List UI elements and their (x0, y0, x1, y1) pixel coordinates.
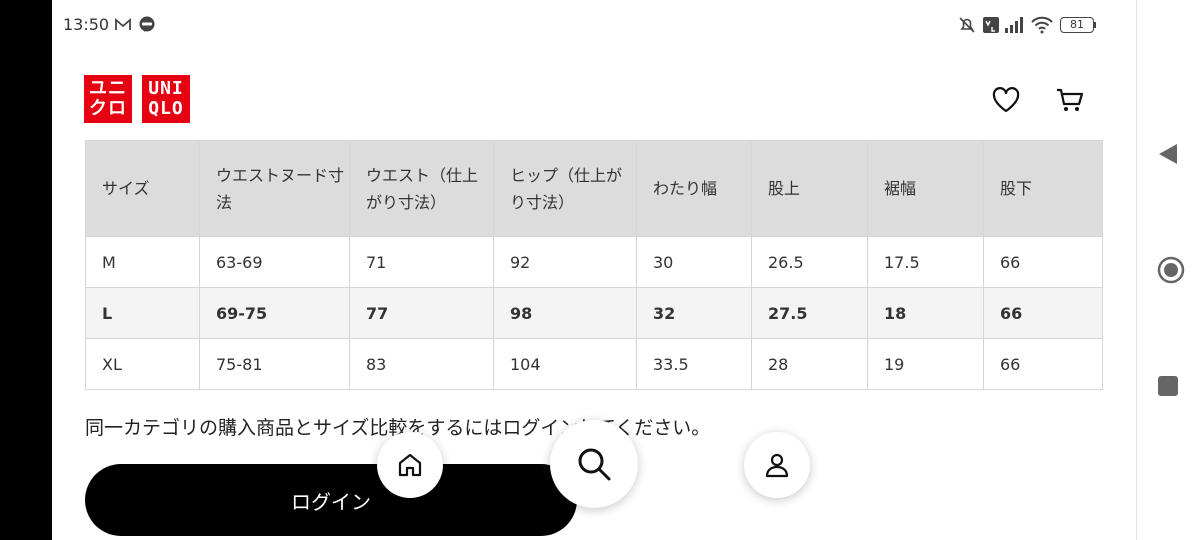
cell-hip-finished: 92 (493, 236, 637, 288)
cell-rise: 27.5 (751, 287, 868, 339)
header-rise: 股上 (751, 140, 868, 237)
cell-hem-width: 19 (867, 338, 984, 390)
favorite-button[interactable] (988, 82, 1024, 118)
wifi-icon (1030, 16, 1054, 38)
site-header: ユニ クロ UNI QLO (52, 52, 1136, 140)
system-nav-bar (1136, 0, 1200, 540)
line-app-icon (138, 16, 156, 38)
cell-rise: 26.5 (751, 236, 868, 288)
cell-hip-finished: 98 (493, 287, 637, 339)
circle-home-icon[interactable] (1157, 256, 1185, 288)
home-icon (398, 453, 422, 477)
cell-size: XL (85, 338, 200, 390)
cell-hip-finished: 104 (493, 338, 637, 390)
header-waist-nude: ウエストヌード寸法 (199, 140, 350, 237)
cell-waist-nude: 69-75 (199, 287, 350, 339)
header-hem-width: 裾幅 (867, 140, 984, 237)
cart-icon (1057, 88, 1084, 111)
header-thigh-width: わたり幅 (636, 140, 752, 237)
table-header-row: サイズ ウエストヌード寸法 ウエスト（仕上がり寸法） ヒップ（仕上がり寸法） わ… (85, 140, 1103, 237)
account-button[interactable] (744, 432, 810, 498)
cell-thigh-width: 30 (636, 236, 752, 288)
cell-thigh-width: 32 (636, 287, 752, 339)
cell-inseam: 66 (983, 338, 1103, 390)
table-row-selected: L 69-75 77 98 32 27.5 18 66 (85, 287, 1103, 339)
uniqlo-logo-katakana[interactable]: ユニ クロ (84, 75, 132, 123)
app-screen: 13:50 81 ユニ クロ UNI QLO サイズ ウエストヌード寸法 ウエス… (52, 0, 1136, 540)
cell-waist-nude: 75-81 (199, 338, 350, 390)
status-time: 13:50 (63, 15, 110, 34)
volte-icon (982, 16, 1000, 38)
battery-tip (1094, 22, 1096, 28)
table-row: XL 75-81 83 104 33.5 28 19 66 (85, 338, 1103, 390)
header-waist-finished: ウエスト（仕上がり寸法） (349, 140, 494, 237)
table-row: M 63-69 71 92 30 26.5 17.5 66 (85, 236, 1103, 288)
cell-rise: 28 (751, 338, 868, 390)
search-button[interactable] (550, 420, 638, 508)
cell-waist-finished: 83 (349, 338, 494, 390)
cart-button[interactable] (1052, 82, 1088, 118)
cell-hem-width: 18 (867, 287, 984, 339)
header-size: サイズ (85, 140, 200, 237)
logo-line-2: QLO (148, 98, 184, 119)
square-recents-icon[interactable] (1158, 376, 1178, 400)
mute-bell-icon (958, 16, 976, 38)
cell-waist-nude: 63-69 (199, 236, 350, 288)
cell-hem-width: 17.5 (867, 236, 984, 288)
cell-thigh-width: 33.5 (636, 338, 752, 390)
mail-icon (114, 16, 132, 38)
cell-inseam: 66 (983, 236, 1103, 288)
cell-inseam: 66 (983, 287, 1103, 339)
login-button[interactable]: ログイン (85, 464, 577, 536)
header-inseam: 股下 (983, 140, 1103, 237)
battery-icon: 81 (1060, 17, 1094, 33)
logo-line-1: UNI (148, 78, 184, 99)
user-icon (765, 453, 789, 478)
cell-waist-finished: 71 (349, 236, 494, 288)
size-table: サイズ ウエストヌード寸法 ウエスト（仕上がり寸法） ヒップ（仕上がり寸法） わ… (85, 140, 1103, 390)
cell-size: L (85, 287, 200, 339)
heart-icon (992, 87, 1020, 113)
cell-size: M (85, 236, 200, 288)
signal-icon (1004, 16, 1024, 38)
home-button[interactable] (377, 432, 443, 498)
header-hip-finished: ヒップ（仕上がり寸法） (493, 140, 637, 237)
logo-line-1: ユニ (89, 78, 127, 99)
search-icon (578, 448, 611, 481)
status-bar: 13:50 81 (52, 0, 1136, 52)
logo-line-2: クロ (89, 98, 127, 119)
uniqlo-logo-latin[interactable]: UNI QLO (142, 75, 190, 123)
cell-waist-finished: 77 (349, 287, 494, 339)
triangle-back-icon[interactable] (1157, 142, 1179, 170)
